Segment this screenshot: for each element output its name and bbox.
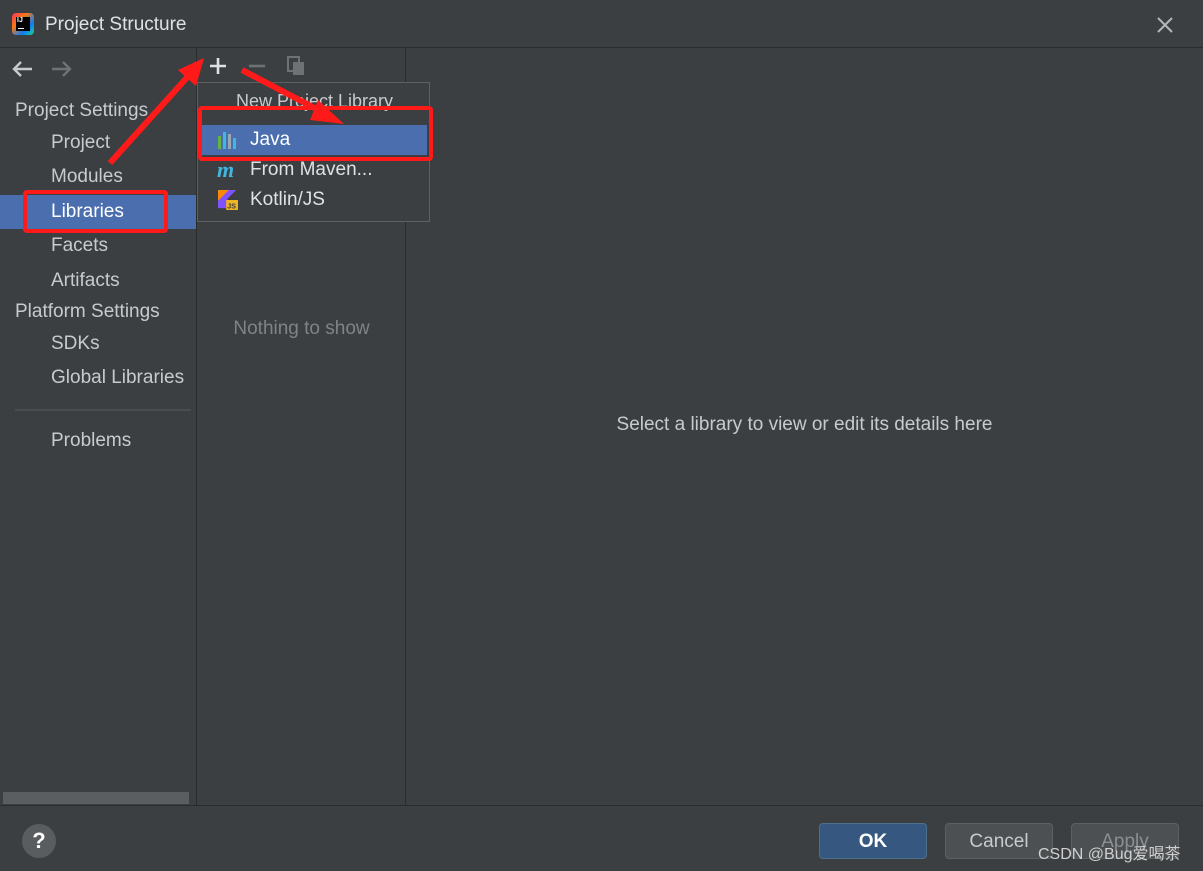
sidebar-item-facets[interactable]: Facets (0, 229, 196, 263)
java-library-icon (218, 132, 236, 149)
popup-item-label: From Maven... (250, 159, 373, 180)
sidebar-item-libraries[interactable]: Libraries (0, 195, 196, 229)
section-project-settings: Project Settings (15, 100, 149, 121)
back-arrow-icon[interactable] (10, 59, 34, 79)
popup-item-java[interactable]: Java (202, 125, 427, 155)
intellij-idea-icon: IJ (12, 13, 34, 35)
maven-icon: m (217, 160, 234, 180)
copy-icon[interactable] (285, 55, 307, 77)
sidebar-item-label: Global Libraries (51, 367, 185, 388)
sidebar-item-label: Modules (51, 166, 123, 187)
sidebar-item-label: Artifacts (51, 270, 120, 291)
ok-button[interactable]: OK (819, 823, 927, 859)
popup-item-label: Java (250, 129, 291, 150)
popup-item-kotlin-js[interactable]: JS Kotlin/JS (202, 185, 427, 215)
forward-arrow-icon[interactable] (50, 59, 74, 79)
sidebar-item-project[interactable]: Project (0, 126, 196, 160)
detail-placeholder-text: Select a library to view or edit its det… (616, 414, 993, 435)
app-icon-text: IJ (17, 17, 23, 24)
sidebar-item-label: Libraries (51, 201, 124, 222)
popup-item-from-maven[interactable]: m From Maven... (202, 155, 427, 185)
sidebar-item-label: SDKs (51, 333, 100, 354)
remove-icon[interactable] (246, 55, 268, 77)
sidebar-item-label: Project (51, 132, 111, 153)
section-platform-settings: Platform Settings (15, 301, 160, 322)
sidebar-item-artifacts[interactable]: Artifacts (0, 264, 196, 298)
sidebar-item-global-libraries[interactable]: Global Libraries (0, 361, 196, 395)
popup-item-label: Kotlin/JS (250, 189, 325, 210)
sidebar-separator (15, 409, 191, 411)
window-title: Project Structure (45, 14, 187, 35)
sidebar-item-modules[interactable]: Modules (0, 160, 196, 194)
cancel-button[interactable]: Cancel (945, 823, 1053, 859)
watermark: CSDN @Bug爱喝茶 (1038, 846, 1181, 863)
help-button[interactable]: ? (22, 824, 56, 858)
popup-title: New Project Library (235, 91, 394, 111)
kotlin-js-icon: JS (218, 190, 238, 210)
svg-text:JS: JS (227, 202, 236, 210)
sidebar-horizontal-scrollbar[interactable] (3, 792, 189, 804)
sidebar-item-label: Problems (51, 430, 132, 451)
sidebar-item-problems[interactable]: Problems (0, 424, 196, 458)
close-icon[interactable] (1152, 12, 1178, 38)
add-icon[interactable] (207, 55, 229, 77)
sidebar-item-label: Facets (51, 235, 109, 256)
empty-list-text: Nothing to show (233, 318, 370, 339)
new-project-library-popup: New Project Library Java m From Maven...… (197, 82, 430, 222)
sidebar-item-sdks[interactable]: SDKs (0, 327, 196, 361)
title-bar: IJ Project Structure (0, 0, 1203, 48)
svg-text:m: m (217, 160, 234, 180)
